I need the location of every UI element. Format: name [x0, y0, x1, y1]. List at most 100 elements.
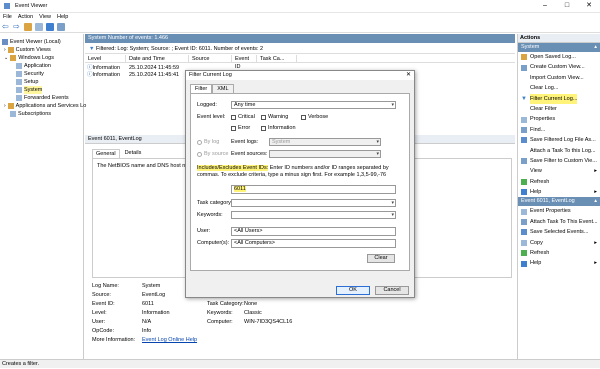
event-logs-label: Event logs:	[231, 139, 259, 145]
tab-general[interactable]: General	[92, 149, 120, 158]
clear-button[interactable]: Clear	[367, 254, 395, 263]
event-id-input[interactable]: 6011	[231, 185, 396, 194]
close-button[interactable]: ✕	[578, 0, 600, 13]
action-refresh-event[interactable]: Refresh	[518, 248, 600, 258]
action-save-selected-events[interactable]: Save Selected Events...	[518, 227, 600, 237]
column-event-id[interactable]: Event ID	[232, 55, 257, 70]
help-icon	[521, 189, 527, 196]
filter-funnel-icon	[521, 64, 527, 71]
date-cell: 25.10.2024 11:45:59	[129, 65, 180, 71]
actions-header: Actions	[518, 34, 600, 43]
action-clear-filter[interactable]: Clear Filter	[518, 104, 600, 114]
event-sources-select[interactable]: ▾	[269, 150, 381, 158]
task-category-select[interactable]: ▾	[231, 199, 396, 207]
chevron-right-icon[interactable]: ›	[4, 102, 6, 110]
menu-help[interactable]: Help	[57, 13, 68, 22]
tab-details[interactable]: Details	[122, 149, 145, 158]
action-import-custom-view[interactable]: Import Custom View...	[518, 73, 600, 83]
ok-button[interactable]: OK	[336, 286, 370, 295]
column-task[interactable]: Task Ca...	[257, 55, 297, 62]
chevron-up-icon[interactable]: ▴	[594, 43, 597, 52]
event-id-hint: Includes/Excludes Event IDs: Enter ID nu…	[197, 165, 389, 178]
chevron-down-icon: ▾	[391, 200, 394, 206]
action-save-filter-custom-view[interactable]: Save Filter to Custom Vie...	[518, 156, 600, 166]
action-create-custom-view[interactable]: Create Custom View...	[518, 62, 600, 72]
action-refresh[interactable]: Refresh	[518, 177, 600, 187]
menu-action[interactable]: Action	[18, 13, 33, 22]
action-help-event[interactable]: Help ▸	[518, 258, 600, 268]
by-log-radio[interactable]: By log	[197, 139, 219, 145]
computers-input[interactable]: <All Computers>	[231, 239, 396, 248]
folder-icon[interactable]	[24, 23, 32, 31]
tree-item-windows-logs[interactable]: ⌄ Windows Logs	[0, 54, 83, 62]
warning-checkbox[interactable]: Warning	[261, 114, 288, 120]
action-copy[interactable]: Copy ▸	[518, 238, 600, 248]
dialog-tabs: Filter XML	[190, 84, 234, 93]
tree-item-security[interactable]: Security	[0, 70, 83, 78]
dialog-close-icon[interactable]: ✕	[406, 71, 411, 80]
tab-filter[interactable]: Filter	[190, 84, 213, 93]
tree-item-subscriptions[interactable]: Subscriptions	[0, 110, 83, 118]
cancel-button[interactable]: Cancel	[375, 286, 409, 295]
logged-select[interactable]: Any time ▾	[231, 101, 396, 109]
column-source[interactable]: Source	[189, 55, 232, 62]
blank-icon	[521, 75, 527, 81]
chevron-down-icon: ▾	[376, 151, 379, 157]
action-view[interactable]: View ▸	[518, 166, 600, 176]
back-arrow-icon[interactable]: ⇦	[2, 23, 10, 31]
computers-label: Computer(s):	[197, 240, 230, 246]
by-source-radio[interactable]: By source	[197, 151, 228, 157]
logged-label: Logged:	[197, 102, 217, 108]
online-help-link[interactable]: Event Log Online Help	[142, 336, 197, 345]
menu-view[interactable]: View	[39, 13, 51, 22]
filter-text: Filtered: Log: System; Source: ; Event I…	[95, 46, 264, 52]
panel-icon[interactable]	[57, 23, 65, 31]
tab-xml[interactable]: XML	[212, 84, 234, 93]
open-folder-icon	[521, 54, 527, 61]
copy-icon	[521, 239, 527, 246]
action-event-properties[interactable]: Event Properties	[518, 206, 600, 216]
actions-section-event[interactable]: Event 6011, EventLog ▴	[518, 197, 600, 207]
tree-item-event-viewer[interactable]: Event Viewer (Local)	[0, 38, 83, 46]
minimize-button[interactable]: –	[534, 0, 556, 13]
chevron-right-icon[interactable]: ›	[4, 46, 6, 54]
tree-item-system[interactable]: System	[0, 86, 83, 94]
save-filter-icon	[521, 158, 527, 165]
verbose-checkbox[interactable]: Verbose	[301, 114, 328, 120]
chevron-up-icon[interactable]: ▴	[594, 197, 597, 206]
console-icon[interactable]	[35, 23, 43, 31]
tree-item-application[interactable]: Application	[0, 62, 83, 70]
folder-icon	[10, 55, 17, 61]
maximize-button[interactable]: □	[556, 0, 578, 13]
action-open-saved-log[interactable]: Open Saved Log...	[518, 52, 600, 62]
action-find[interactable]: Find...	[518, 125, 600, 135]
menu-file[interactable]: File	[3, 13, 12, 22]
information-checkbox[interactable]: Information	[261, 125, 296, 131]
action-attach-task-event[interactable]: Attach Task To This Event...	[518, 217, 600, 227]
app-icon	[4, 3, 10, 9]
refresh-icon	[521, 178, 527, 185]
action-filter-current-log[interactable]: ▼ Filter Current Log...	[518, 93, 600, 104]
tree-item-setup[interactable]: Setup	[0, 78, 83, 86]
error-checkbox[interactable]: Error	[231, 125, 250, 131]
actions-section-system[interactable]: System ▴	[518, 43, 600, 52]
event-logs-select[interactable]: System ▾	[269, 138, 381, 146]
keywords-select[interactable]: ▾	[231, 211, 396, 219]
critical-checkbox[interactable]: Critical	[231, 114, 255, 120]
chevron-down-icon[interactable]: ⌄	[4, 54, 8, 62]
help-icon[interactable]	[46, 23, 54, 31]
action-attach-task-log[interactable]: Attach a Task To this Log...	[518, 146, 600, 156]
action-save-filtered-log[interactable]: Save Filtered Log File As...	[518, 135, 600, 145]
dialog-title-bar: Filter Current Log ✕	[186, 71, 414, 80]
forward-arrow-icon[interactable]: ⇨	[13, 23, 21, 31]
tree-item-forwarded-events[interactable]: Forwarded Events	[0, 94, 83, 102]
column-date[interactable]: Date and Time	[126, 55, 189, 62]
tree-item-custom-views[interactable]: › Custom Views	[0, 46, 83, 54]
column-level[interactable]: Level	[85, 55, 126, 62]
tree-item-applications-services[interactable]: › Applications and Services Lo	[0, 102, 86, 110]
action-properties[interactable]: Properties	[518, 114, 600, 124]
user-input[interactable]: <All Users>	[231, 227, 396, 236]
keywords-label: Keywords:	[197, 212, 223, 218]
action-help[interactable]: Help ▸	[518, 187, 600, 197]
action-clear-log[interactable]: Clear Log...	[518, 83, 600, 93]
